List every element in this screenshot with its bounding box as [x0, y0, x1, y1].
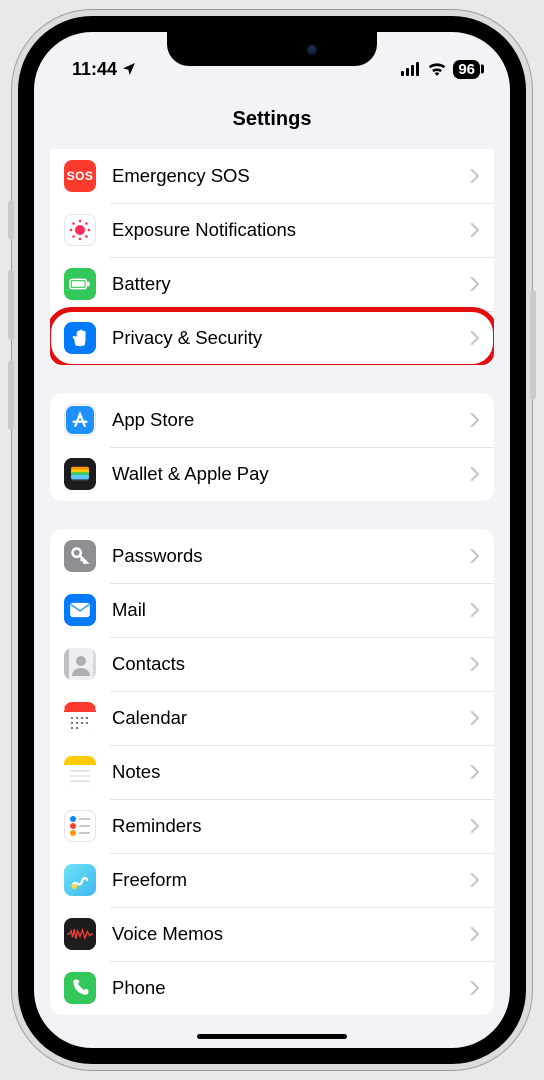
settings-row-voice-memos[interactable]: Voice Memos: [50, 907, 494, 961]
settings-group: SOS Emergency SOS Exposure Notifications Ba…: [50, 149, 494, 365]
exposure-icon: [64, 214, 96, 246]
mute-switch: [8, 200, 14, 240]
settings-group: App Store Wallet & Apple Pay: [50, 393, 494, 501]
chevron-right-icon: [470, 980, 480, 996]
chevron-right-icon: [470, 710, 480, 726]
settings-row-passwords[interactable]: Passwords: [50, 529, 494, 583]
row-label: App Store: [112, 409, 454, 431]
settings-row-emergency-sos[interactable]: SOS Emergency SOS: [50, 149, 494, 203]
settings-row-app-store[interactable]: App Store: [50, 393, 494, 447]
row-label: Voice Memos: [112, 923, 454, 945]
contacts-icon: [64, 648, 96, 680]
chevron-right-icon: [470, 330, 480, 346]
chevron-right-icon: [470, 656, 480, 672]
battery-icon: [64, 268, 96, 300]
settings-row-contacts[interactable]: Contacts: [50, 637, 494, 691]
page-title: Settings: [34, 88, 510, 143]
chevron-right-icon: [470, 466, 480, 482]
row-label: Phone: [112, 977, 454, 999]
row-label: Calendar: [112, 707, 454, 729]
chevron-right-icon: [470, 548, 480, 564]
row-label: Battery: [112, 273, 454, 295]
device-frame: 11:44 96 Settings: [12, 10, 532, 1070]
settings-row-battery[interactable]: Battery: [50, 257, 494, 311]
settings-row-calendar[interactable]: Calendar: [50, 691, 494, 745]
row-label: Wallet & Apple Pay: [112, 463, 454, 485]
privacy-icon: hand: [64, 322, 96, 354]
settings-row-mail[interactable]: Mail: [50, 583, 494, 637]
row-label: Notes: [112, 761, 454, 783]
settings-row-exposure-notifications[interactable]: Exposure Notifications: [50, 203, 494, 257]
reminders-icon: [64, 810, 96, 842]
chevron-right-icon: [470, 926, 480, 942]
home-indicator[interactable]: [197, 1034, 347, 1039]
battery-indicator: 96: [453, 60, 480, 79]
settings-row-wallet-apple-pay[interactable]: Wallet & Apple Pay: [50, 447, 494, 501]
freeform-icon: [64, 864, 96, 896]
chevron-right-icon: [470, 168, 480, 184]
row-label: Mail: [112, 599, 454, 621]
settings-group: Passwords Mail Contacts Calendar Notes Remind…: [50, 529, 494, 1015]
row-label: Emergency SOS: [112, 165, 454, 187]
screen: 11:44 96 Settings: [34, 32, 510, 1048]
row-label: Exposure Notifications: [112, 219, 454, 241]
sos-icon: SOS: [64, 160, 96, 192]
row-label: Reminders: [112, 815, 454, 837]
chevron-right-icon: [470, 818, 480, 834]
row-label: Privacy & Security: [112, 327, 454, 349]
location-icon: [121, 61, 137, 77]
row-label: Freeform: [112, 869, 454, 891]
settings-list[interactable]: SOS Emergency SOS Exposure Notifications Ba…: [34, 143, 510, 1047]
chevron-right-icon: [470, 764, 480, 780]
settings-row-freeform[interactable]: Freeform: [50, 853, 494, 907]
wifi-icon: [427, 62, 447, 76]
volume-up-button: [8, 270, 14, 340]
settings-row-phone[interactable]: Phone: [50, 961, 494, 1015]
chevron-right-icon: [470, 602, 480, 618]
phone-icon: [64, 972, 96, 1004]
notes-icon: [64, 756, 96, 788]
status-time: 11:44: [72, 59, 117, 80]
cellular-signal-icon: [401, 62, 421, 76]
settings-row-privacy-security[interactable]: hand Privacy & Security: [50, 311, 494, 365]
volume-down-button: [8, 360, 14, 430]
chevron-right-icon: [470, 276, 480, 292]
settings-row-notes[interactable]: Notes: [50, 745, 494, 799]
passwords-icon: [64, 540, 96, 572]
mail-icon: [64, 594, 96, 626]
settings-row-reminders[interactable]: Reminders: [50, 799, 494, 853]
voice-icon: [64, 918, 96, 950]
side-button: [530, 290, 536, 400]
notch: [167, 32, 377, 66]
appstore-icon: [64, 404, 96, 436]
chevron-right-icon: [470, 412, 480, 428]
wallet-icon: [64, 458, 96, 490]
chevron-right-icon: [470, 222, 480, 238]
calendar-icon: [64, 702, 96, 734]
row-label: Passwords: [112, 545, 454, 567]
row-label: Contacts: [112, 653, 454, 675]
chevron-right-icon: [470, 872, 480, 888]
